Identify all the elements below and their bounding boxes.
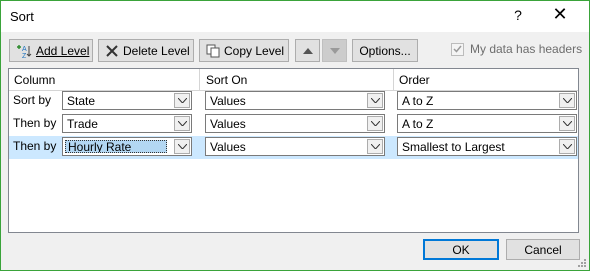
sort-on-value: Values: [210, 116, 246, 131]
chevron-down-icon[interactable]: [367, 116, 383, 131]
sort-on-value: Values: [210, 139, 246, 154]
move-up-icon: [302, 47, 313, 54]
column-value: State: [67, 93, 96, 108]
sort-on-value: Values: [210, 93, 246, 108]
grid-header: Column Sort On Order: [9, 69, 578, 91]
sort-level-row-selected[interactable]: Then by Hourly Rate Values Smallest to L…: [9, 136, 578, 159]
help-button[interactable]: ?: [511, 7, 525, 23]
copy-icon: [206, 43, 220, 59]
options-button[interactable]: Options...: [352, 39, 418, 62]
sort-level-row[interactable]: Then by Trade Values A to Z: [9, 113, 578, 136]
headers-checkbox[interactable]: [451, 42, 464, 56]
chevron-down-icon[interactable]: [367, 93, 383, 108]
dialog-title: Sort: [10, 9, 34, 24]
add-level-label: Add Level: [36, 43, 90, 58]
row-label: Then by: [13, 139, 57, 153]
column-select[interactable]: Trade: [62, 114, 192, 133]
title-bar: Sort ? ✕: [1, 1, 589, 32]
sort-on-select[interactable]: Values: [205, 137, 385, 156]
delete-icon: [105, 43, 119, 59]
options-label: Options...: [359, 43, 411, 58]
order-value: A to Z: [402, 116, 434, 131]
chevron-down-icon[interactable]: [559, 93, 575, 108]
sort-dialog: Sort ? ✕ A Z Add Level Delete Level Copy…: [0, 0, 590, 271]
add-level-icon: A Z: [16, 43, 32, 59]
order-header: Order: [399, 73, 430, 87]
move-down-icon: [329, 47, 340, 54]
column-select[interactable]: Hourly Rate: [62, 137, 192, 156]
sort-on-header: Sort On: [206, 73, 248, 87]
row-label: Then by: [13, 116, 57, 130]
sort-levels-grid: Column Sort On Order Sort by State Value…: [8, 68, 579, 233]
delete-level-button[interactable]: Delete Level: [98, 39, 194, 62]
add-level-button[interactable]: A Z Add Level: [9, 39, 93, 62]
checkmark-icon: [453, 45, 462, 53]
my-data-has-headers[interactable]: My data has headers: [451, 42, 582, 56]
svg-text:Z: Z: [22, 53, 27, 59]
delete-level-label: Delete Level: [123, 43, 190, 58]
sort-on-select[interactable]: Values: [205, 114, 385, 133]
order-select[interactable]: A to Z: [397, 91, 577, 110]
chevron-down-icon[interactable]: [559, 139, 575, 154]
column-value: Trade: [67, 116, 98, 131]
order-value: Smallest to Largest: [402, 139, 505, 154]
column-value: Hourly Rate: [65, 140, 167, 153]
chevron-down-icon[interactable]: [174, 139, 190, 154]
header-divider: [393, 69, 394, 90]
svg-text:A: A: [22, 46, 27, 53]
chevron-down-icon[interactable]: [367, 139, 383, 154]
order-select[interactable]: A to Z: [397, 114, 577, 133]
sort-level-row[interactable]: Sort by State Values A to Z: [9, 90, 578, 113]
chevron-down-icon[interactable]: [174, 116, 190, 131]
order-value: A to Z: [402, 93, 434, 108]
copy-level-button[interactable]: Copy Level: [199, 39, 289, 62]
move-down-button[interactable]: [322, 39, 347, 62]
copy-level-label: Copy Level: [224, 43, 285, 58]
headers-label: My data has headers: [470, 42, 583, 56]
column-header: Column: [14, 73, 56, 87]
header-divider: [199, 69, 200, 90]
row-label: Sort by: [13, 93, 52, 107]
chevron-down-icon[interactable]: [559, 116, 575, 131]
chevron-down-icon[interactable]: [174, 93, 190, 108]
ok-label: OK: [452, 242, 470, 257]
column-select[interactable]: State: [62, 91, 192, 110]
cancel-button[interactable]: Cancel: [506, 239, 580, 260]
cancel-label: Cancel: [524, 242, 562, 257]
order-select[interactable]: Smallest to Largest: [397, 137, 577, 156]
ok-button[interactable]: OK: [423, 239, 499, 260]
sort-on-select[interactable]: Values: [205, 91, 385, 110]
resize-grip-icon[interactable]: [576, 257, 586, 267]
close-button[interactable]: ✕: [551, 5, 569, 23]
move-up-button[interactable]: [295, 39, 320, 62]
